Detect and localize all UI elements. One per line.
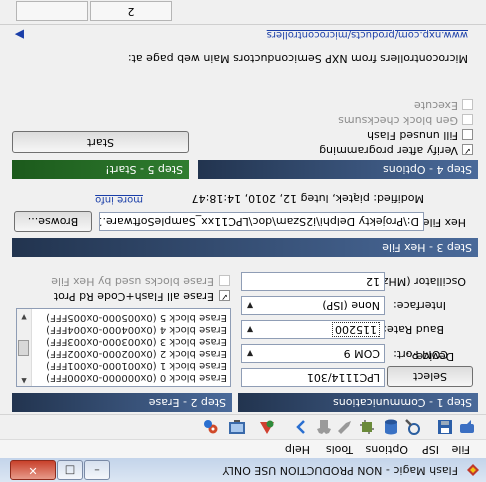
shapes-icon[interactable]: [258, 418, 276, 436]
step4-header: Step 4 - Options: [198, 160, 478, 179]
chip-icon[interactable]: [358, 418, 376, 436]
shirt-icon[interactable]: [315, 418, 333, 436]
flash-magic-window: Flash Magic - NON PRODUCTION USE ONLY – …: [0, 0, 486, 482]
save-icon[interactable]: [436, 418, 454, 436]
menu-options[interactable]: Options: [366, 443, 408, 456]
oscillator-label: Oscillator (MHz):: [374, 275, 466, 288]
database-icon[interactable]: [382, 418, 400, 436]
menu-file[interactable]: File: [452, 443, 470, 456]
list-item[interactable]: Erase block 5 (0x005000-0x005FFF): [46, 312, 227, 323]
gen-checkbox[interactable]: [462, 114, 473, 125]
erase-blocks-list[interactable]: Erase block 0 (0x000000-0x000FFF) Erase …: [16, 308, 231, 387]
menu-isp[interactable]: ISP: [422, 443, 439, 456]
erase-used-label: Erase blocks used by Hex File: [51, 275, 214, 288]
fill-checkbox[interactable]: [462, 129, 473, 140]
verify-label: Verify after programming: [319, 144, 458, 157]
scroll-down-icon[interactable]: ▼: [19, 311, 29, 321]
browse-button[interactable]: Browse...: [14, 211, 92, 232]
description-text: Microcontrollers from NXP Semiconductors…: [127, 52, 468, 65]
scrollbar[interactable]: ▲ ▼: [17, 309, 32, 386]
monitor-icon[interactable]: [228, 418, 246, 436]
erase-all-label: Erase all Flash+Code Rd Prot: [53, 290, 214, 303]
interface-label: Interface:: [393, 299, 446, 312]
nxp-link[interactable]: www.nxp.com/products/microcontrollers: [267, 29, 468, 40]
search-icon[interactable]: [404, 418, 422, 436]
execute-label: Execute: [414, 99, 458, 112]
step1-header: Step 1 - Communications: [238, 393, 478, 412]
step5-header: Step 5 - Start!: [12, 160, 189, 179]
menu-bar: File ISP Options Tools Help: [0, 439, 486, 458]
list-item[interactable]: Erase block 4 (0x004000-0x004FFF): [46, 324, 227, 335]
chevron-down-icon: ▼: [246, 325, 254, 334]
baud-rate-value: 115200: [332, 322, 380, 337]
fill-label: Fill unused Flash: [367, 129, 458, 142]
step3-header: Step 3 - Hex File: [12, 238, 478, 257]
title-bar: Flash Magic - NON PRODUCTION USE ONLY – …: [0, 457, 486, 482]
window-title: Flash Magic - NON PRODUCTION USE ONLY: [222, 464, 458, 477]
start-button[interactable]: Start: [12, 131, 189, 153]
step2-header: Step 2 - Erase: [12, 393, 232, 412]
list-item[interactable]: Erase block 0 (0x000000-0x000FFF): [46, 372, 227, 383]
hex-file-input[interactable]: D:\Projekty Delphi\i2Szam\doc\LPC11xx_Sa…: [99, 212, 424, 231]
scroll-thumb[interactable]: [18, 340, 29, 356]
maximize-button[interactable]: □: [57, 460, 83, 480]
play-icon[interactable]: ▶: [15, 28, 24, 42]
execute-checkbox[interactable]: [462, 99, 473, 110]
chevron-down-icon: ▼: [246, 349, 254, 358]
menu-tools[interactable]: Tools: [326, 443, 353, 456]
status-panel-empty: [16, 1, 88, 21]
com-port-label: COM Port:: [393, 348, 448, 361]
status-bar: 2: [0, 0, 486, 25]
status-panel: 2: [90, 1, 172, 21]
gen-label: Gen block checksums: [338, 114, 458, 127]
list-item[interactable]: Erase block 2 (0x002000-0x002FFF): [46, 348, 227, 359]
scroll-up-icon[interactable]: ▲: [19, 375, 29, 385]
erase-used-checkbox[interactable]: [219, 275, 230, 286]
com-port-select[interactable]: COM 9 ▼: [241, 344, 385, 363]
verify-checkbox[interactable]: ✓: [462, 144, 473, 155]
baud-rate-select[interactable]: 115200 ▼: [241, 320, 385, 339]
com-port-value: COM 9: [343, 347, 380, 360]
erase-all-checkbox[interactable]: ✓: [219, 290, 230, 301]
pencil-icon[interactable]: [336, 418, 354, 436]
chat-icon[interactable]: [458, 418, 476, 436]
modified-text: Modified: piątek, luteg 12, 2010, 14:18:…: [191, 192, 424, 205]
device-field[interactable]: LPC1114/301: [241, 368, 385, 387]
oscillator-input[interactable]: 12: [241, 272, 385, 291]
app-icon: [467, 464, 479, 476]
list-item[interactable]: Erase block 3 (0x003000-0x003FFF): [46, 336, 227, 347]
toolbar: [0, 414, 486, 439]
interface-select[interactable]: None (ISP) ▼: [241, 296, 385, 315]
minimize-button[interactable]: –: [84, 460, 110, 480]
interface-value: None (ISP): [322, 299, 380, 312]
baud-rate-label: Baud Rate:: [383, 323, 444, 336]
list-item[interactable]: Erase block 1 (0x001000-0x001FFF): [46, 360, 227, 371]
chevron-down-icon: ▼: [246, 301, 254, 310]
close-button[interactable]: ✕: [10, 460, 56, 480]
arrow-icon[interactable]: [292, 418, 310, 436]
hex-file-label: Hex File:: [419, 216, 466, 229]
more-info-link[interactable]: more info: [95, 194, 143, 205]
gears-icon[interactable]: [202, 418, 220, 436]
select-device-button[interactable]: Select Device...: [387, 350, 473, 387]
menu-help[interactable]: Help: [285, 443, 310, 456]
